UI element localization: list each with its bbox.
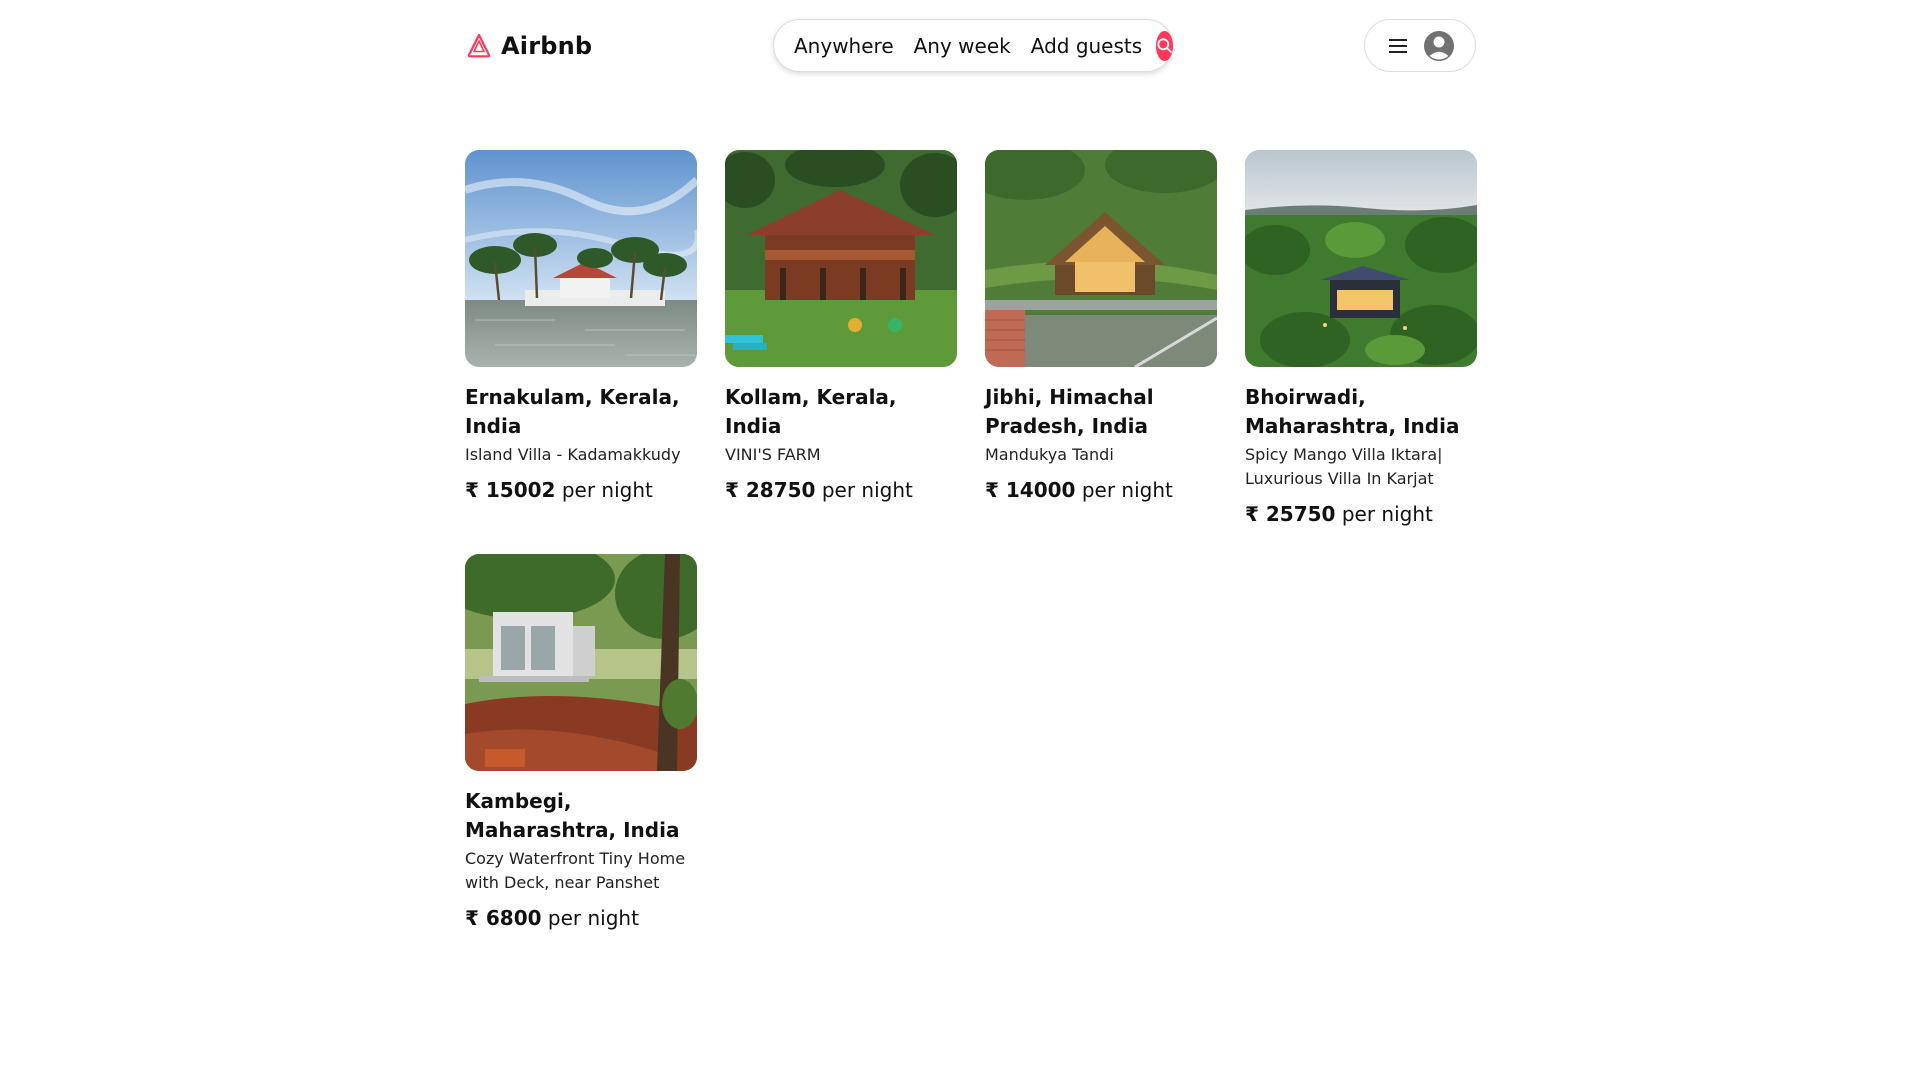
listing-photo[interactable] xyxy=(1245,150,1477,367)
listing-photo[interactable] xyxy=(465,150,697,367)
listing-card[interactable]: Ernakulam, Kerala, India Island Villa - … xyxy=(465,150,697,528)
price-unit: per night xyxy=(547,906,639,930)
search-any-week[interactable]: Any week xyxy=(904,34,1021,58)
listing-card[interactable]: Kambegi, Maharashtra, India Cozy Waterfr… xyxy=(465,554,697,932)
airbnb-logo-icon xyxy=(465,32,493,60)
search-bar[interactable]: Anywhere Any week Add guests xyxy=(773,19,1174,72)
currency-symbol: ₹ xyxy=(465,478,479,502)
price-value: 15002 xyxy=(485,478,556,502)
hamburger-menu-icon xyxy=(1388,38,1407,53)
price-value: 28750 xyxy=(745,478,816,502)
price-unit: per night xyxy=(1081,478,1173,502)
currency-symbol: ₹ xyxy=(985,478,999,502)
currency-symbol: ₹ xyxy=(1245,502,1259,526)
listing-title: VINI'S FARM xyxy=(725,445,821,464)
search-anywhere[interactable]: Anywhere xyxy=(794,34,904,58)
listing-price: ₹ 6800 per night xyxy=(465,904,697,932)
search-icon xyxy=(1157,38,1173,53)
brand-name: Airbnb xyxy=(501,32,593,60)
listing-photo[interactable] xyxy=(985,150,1217,367)
listing-title: Cozy Waterfront Tiny Home with Deck, nea… xyxy=(465,849,686,892)
top-header: Airbnb Anywhere Any week Add guests xyxy=(0,0,1920,92)
listing-location: Bhoirwadi, Maharashtra, India xyxy=(1245,385,1460,438)
listing-price: ₹ 25750 per night xyxy=(1245,500,1477,528)
price-value: 6800 xyxy=(485,906,542,930)
listing-card[interactable]: Jibhi, Himachal Pradesh, India Mandukya … xyxy=(985,150,1217,528)
search-add-guests[interactable]: Add guests xyxy=(1021,34,1152,58)
listing-location: Jibhi, Himachal Pradesh, India xyxy=(985,385,1154,438)
listing-title: Spicy Mango Villa Iktara| Luxurious Vill… xyxy=(1245,445,1443,488)
airbnb-logo[interactable]: Airbnb xyxy=(465,29,592,63)
listing-location: Kambegi, Maharashtra, India xyxy=(465,789,680,842)
listings-grid: Ernakulam, Kerala, India Island Villa - … xyxy=(465,150,1477,932)
listing-card[interactable]: Bhoirwadi, Maharashtra, India Spicy Mang… xyxy=(1245,150,1477,528)
listing-photo[interactable] xyxy=(725,150,957,367)
listing-price: ₹ 28750 per night xyxy=(725,476,957,504)
search-button[interactable] xyxy=(1156,30,1174,61)
price-unit: per night xyxy=(561,478,653,502)
listing-title: Mandukya Tandi xyxy=(985,445,1114,464)
currency-symbol: ₹ xyxy=(725,478,739,502)
price-value: 14000 xyxy=(1005,478,1076,502)
user-avatar-icon xyxy=(1423,30,1454,61)
listing-photo[interactable] xyxy=(465,554,697,771)
listing-card[interactable]: Kollam, Kerala, India VINI'S FARM ₹ 2875… xyxy=(725,150,957,528)
listing-location: Ernakulam, Kerala, India xyxy=(465,385,680,438)
listing-title: Island Villa - Kadamakkudy xyxy=(465,445,681,464)
listing-price: ₹ 15002 per night xyxy=(465,476,697,504)
price-value: 25750 xyxy=(1265,502,1336,526)
user-menu-button[interactable] xyxy=(1364,19,1476,72)
price-unit: per night xyxy=(821,478,913,502)
price-unit: per night xyxy=(1341,502,1433,526)
listing-price: ₹ 14000 per night xyxy=(985,476,1217,504)
currency-symbol: ₹ xyxy=(465,906,479,930)
listing-location: Kollam, Kerala, India xyxy=(725,385,897,438)
